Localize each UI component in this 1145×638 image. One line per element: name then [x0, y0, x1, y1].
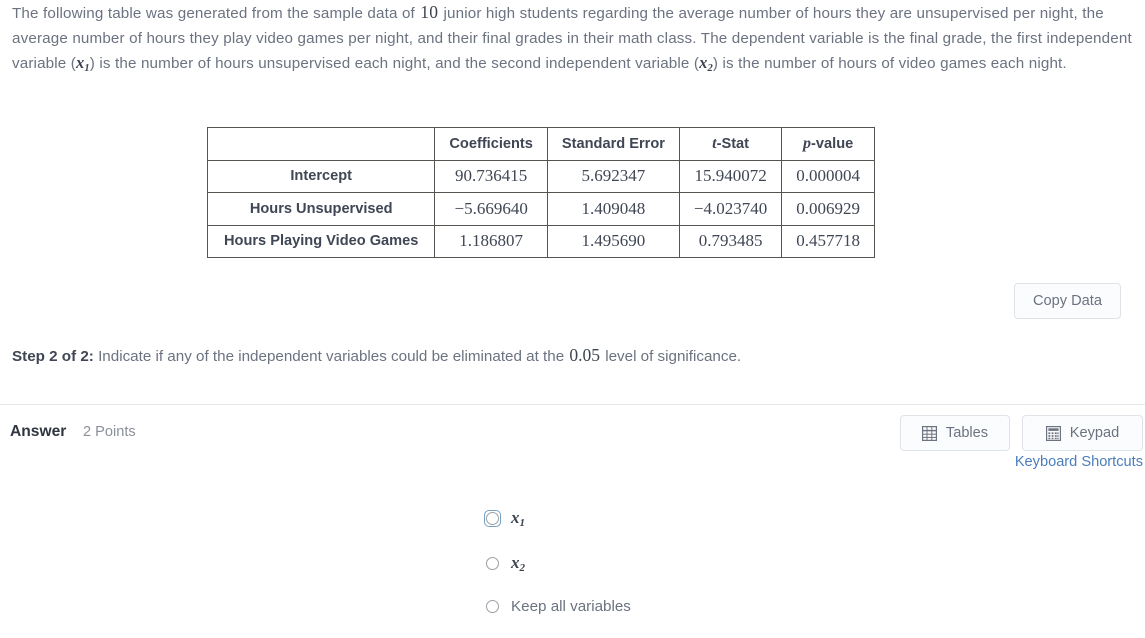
regression-output-table: Coefficients Standard Error t-Stat p-val…: [206, 127, 876, 258]
cell-hours-video-games-coefficient: 1.186807: [434, 224, 548, 258]
option-x1-base: x: [511, 508, 520, 527]
cell-intercept-p-value: 0.000004: [781, 159, 876, 193]
step-label: Step 2 of 2:: [12, 348, 94, 365]
answer-option-x2-label: x2: [511, 553, 525, 574]
column-header-t-stat: t-Stat: [678, 127, 783, 161]
tables-button[interactable]: Tables: [900, 415, 1010, 451]
column-header-p-value-italic: p: [803, 134, 812, 152]
section-divider: [0, 404, 1145, 405]
answer-option-x1[interactable]: x1: [484, 508, 525, 529]
option-x2-math: x2: [511, 553, 526, 575]
row-label-hours-playing-video-games: Hours Playing Video Games: [206, 224, 436, 258]
intro-text-part3: ) is the number of hours unsupervised ea…: [89, 55, 700, 72]
cell-hours-video-games-p-value: 0.457718: [781, 224, 876, 258]
table-header-row: Coefficients Standard Error t-Stat p-val…: [206, 127, 876, 161]
answer-option-x1-label: x1: [511, 508, 525, 529]
table-corner-cell: [206, 127, 436, 161]
step-text-after: level of significance.: [601, 348, 742, 365]
cell-hours-video-games-standard-error: 1.495690: [546, 224, 680, 258]
cell-hours-unsupervised-standard-error: 1.409048: [546, 192, 680, 226]
option-x2-base: x: [511, 553, 520, 572]
significance-level-value: 0.05: [569, 345, 600, 365]
intro-text-part1: The following table was generated from t…: [12, 5, 420, 22]
calculator-icon: [1045, 425, 1061, 441]
step-instruction: Step 2 of 2: Indicate if any of the inde…: [12, 344, 741, 368]
row-label-intercept: Intercept: [206, 159, 436, 193]
table-row: Hours Playing Video Games 1.186807 1.495…: [206, 224, 876, 258]
column-header-p-value-text: -value: [811, 135, 854, 152]
cell-hours-unsupervised-coefficient: −5.669640: [434, 192, 548, 226]
column-header-t-stat-text: -Stat: [716, 135, 750, 152]
keypad-button-label: Keypad: [1069, 425, 1120, 441]
option-x2-subscript: 2: [519, 562, 526, 575]
table-row: Hours Unsupervised −5.669640 1.409048 −4…: [206, 192, 876, 226]
radio-button-x2[interactable]: [484, 555, 501, 572]
cell-hours-video-games-t-stat: 0.793485: [678, 224, 783, 258]
cell-intercept-coefficient: 90.736415: [434, 159, 548, 193]
radio-button-x1[interactable]: [484, 510, 501, 528]
radio-circle-icon: [486, 557, 499, 571]
cell-hours-unsupervised-p-value: 0.006929: [781, 192, 876, 226]
copy-data-button[interactable]: Copy Data: [1014, 283, 1121, 319]
variable-x2-inline: x2: [699, 53, 713, 74]
variable-x2-base: x: [699, 53, 708, 72]
intro-text-part4: ) is the number of hours of video games …: [712, 55, 1067, 72]
answer-option-x2[interactable]: x2: [484, 553, 525, 574]
radio-circle-icon: [486, 600, 499, 614]
keypad-button[interactable]: Keypad: [1022, 415, 1143, 451]
cell-intercept-t-stat: 15.940072: [678, 159, 783, 193]
variable-x1-inline: x1: [76, 53, 90, 74]
column-header-coefficients: Coefficients: [434, 127, 548, 161]
keyboard-shortcuts-link[interactable]: Keyboard Shortcuts: [1015, 454, 1143, 470]
column-header-standard-error: Standard Error: [546, 127, 680, 161]
problem-statement: The following table was generated from t…: [12, 0, 1133, 81]
answer-option-keep-all-variables-label: Keep all variables: [511, 596, 631, 617]
radio-button-keep-all-variables[interactable]: [484, 598, 501, 615]
option-x1-subscript: 1: [519, 517, 526, 530]
option-keep-all-text: Keep all variables: [511, 598, 631, 615]
radio-circle-icon: [486, 512, 499, 526]
option-x1-math: x1: [511, 508, 526, 530]
sample-size-value: 10: [420, 2, 439, 22]
column-header-p-value: p-value: [781, 127, 876, 161]
row-label-hours-unsupervised: Hours Unsupervised: [206, 192, 436, 226]
answer-heading: Answer: [10, 423, 67, 440]
answer-points-badge: 2 Points: [83, 424, 136, 440]
table-row: Intercept 90.736415 5.692347 15.940072 0…: [206, 159, 876, 193]
cell-intercept-standard-error: 5.692347: [546, 159, 680, 193]
answer-option-keep-all-variables[interactable]: Keep all variables: [484, 596, 631, 617]
cell-hours-unsupervised-t-stat: −4.023740: [678, 192, 783, 226]
column-header-standard-error-text: Standard Error: [561, 135, 665, 152]
column-header-coefficients-text: Coefficients: [449, 135, 533, 152]
step-text-before: Indicate if any of the independent varia…: [93, 348, 569, 365]
tables-button-label: Tables: [945, 425, 989, 441]
table-grid-icon: [921, 425, 937, 441]
